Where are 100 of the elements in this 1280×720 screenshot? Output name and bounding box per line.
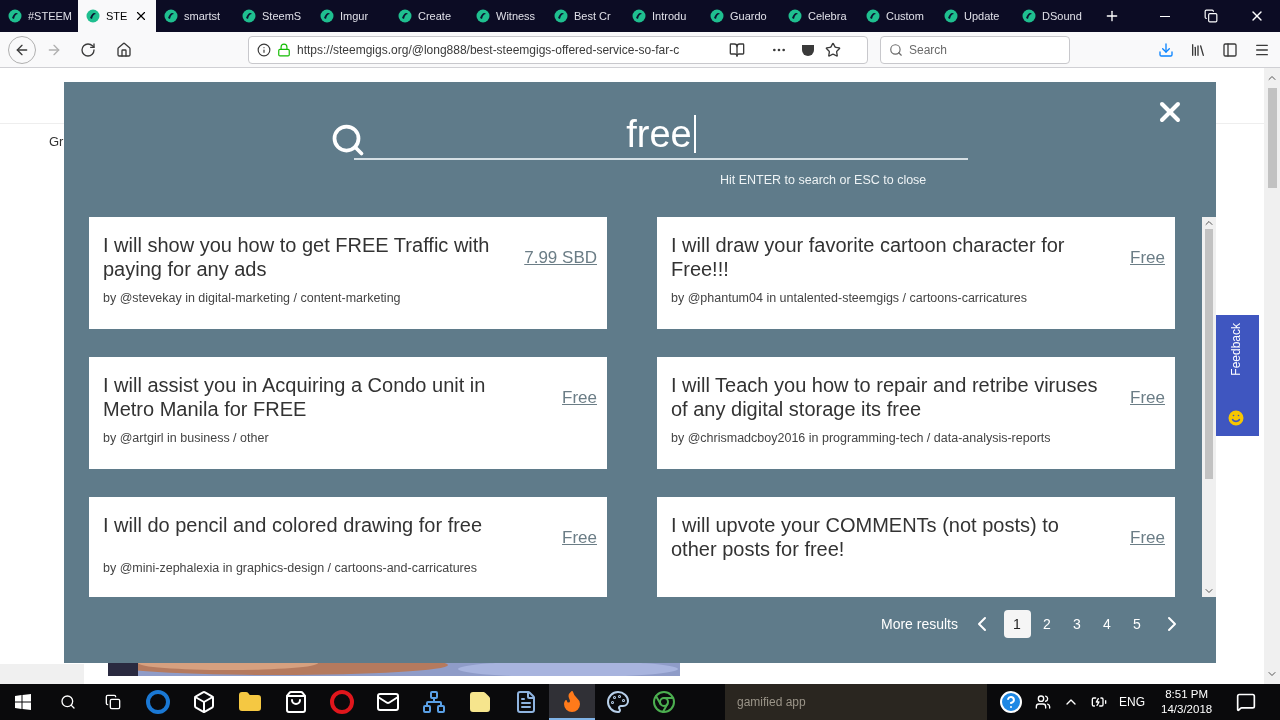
reload-icon[interactable] [80,41,96,58]
reader-view-icon[interactable] [729,41,745,58]
browser-tab[interactable]: DSound [1014,0,1092,32]
result-card[interactable]: I will draw your favorite cartoon character for Free!!! Free by @phantum04 in untalented-steemgigs / cartoons-carricatures [657,217,1175,329]
page-button[interactable]: 3 [1063,610,1091,638]
more-results-label: More results [880,614,958,634]
browser-tab[interactable]: Create [390,0,468,32]
address-bar[interactable]: https://steemgigs.org/@long888/best-steemgigs-offered-service-so-far-c [248,35,868,64]
price-link[interactable]: 7.99 SBD [524,245,597,271]
result-title: I will show you how to get FREE Traffic with paying for any ads [103,233,491,281]
tab-favicon-icon [320,9,334,23]
result-title: I will Teach you how to repair and retribe viruses of any digital storage its free [671,373,1099,421]
tab-favicon-icon [8,9,22,23]
tab-favicon-icon [554,9,568,23]
minimize-icon [1160,15,1170,17]
feedback-label: Feedback [1227,323,1244,376]
folder-icon [238,690,262,714]
result-card[interactable]: I will do pencil and colored drawing for free Free by @mini-zephalexia in graphics-design / cartoons-and-carricatures [89,497,607,597]
help-icon[interactable] [999,690,1023,714]
tab-favicon-icon [476,9,490,23]
home-icon[interactable] [116,41,132,58]
result-card[interactable]: I will Teach you how to repair and retribe viruses of any digital storage its free Free by @chrismadcboy2016 in programming-tech / data-analysis-reports [657,357,1175,469]
price-link[interactable]: Free [1130,525,1165,551]
browser-tab[interactable]: Celebra [780,0,858,32]
lock-icon [277,42,291,57]
close-tab-icon[interactable] [134,9,148,23]
result-card[interactable]: I will upvote your COMMENTs (not posts) to other posts for free! Free [657,497,1175,597]
price-link[interactable]: Free [1130,245,1165,271]
tab-favicon-icon [398,9,412,23]
price-link[interactable]: Free [1130,385,1165,411]
result-byline: by @chrismadcboy2016 in programming-tech / data-analysis-reports [671,430,1052,447]
result-byline: by @phantum04 in untalented-steemgigs / cartoons-carricatures [671,290,1028,307]
tab-favicon-icon [632,9,646,23]
search-icon [889,42,903,57]
browser-tab[interactable]: Guardo [702,0,780,32]
page-button[interactable]: 1 [1003,610,1031,638]
sidebar-icon[interactable] [1222,41,1238,58]
result-title: I will draw your favorite cartoon character for Free!!! [671,233,1066,281]
result-byline: by @artgirl in business / other [103,430,270,447]
taskbar-search-box[interactable]: gamified app [725,684,987,720]
browser-tab[interactable]: Custom [858,0,936,32]
search-input[interactable]: free [354,110,968,160]
palette-icon [606,690,630,714]
browser-tab[interactable]: Imgur [312,0,390,32]
pocket-icon[interactable] [801,42,815,57]
scrollbar-thumb[interactable] [1205,229,1213,479]
page-button[interactable]: 2 [1033,610,1061,638]
hint-text: Hit ENTER to search or ESC to close [720,172,927,189]
mail-icon [376,690,400,714]
result-byline: by @stevekay in digital-marketing / content-marketing [103,290,402,307]
notifications-icon[interactable] [1236,692,1257,712]
search-field[interactable]: Search [880,35,1070,64]
download-icon[interactable] [1158,41,1174,58]
search-icon[interactable] [59,694,76,710]
browser-tab[interactable]: smartst [156,0,234,32]
tab-favicon-icon [86,9,100,23]
tab-favicon-icon [788,9,802,23]
task-view-icon[interactable] [104,694,121,710]
price-link[interactable]: Free [562,385,597,411]
bookmark-star-icon[interactable] [825,41,841,58]
page-button[interactable]: 5 [1123,610,1151,638]
taskbar-app[interactable] [549,684,595,720]
nav-text: Gr [49,133,64,152]
plus-icon [1104,8,1120,24]
query-text: free [626,115,696,153]
page-button[interactable]: 4 [1093,610,1121,638]
tab-favicon-icon [1022,9,1036,23]
tab-favicon-icon [164,9,178,23]
battery-icon[interactable] [1091,694,1107,710]
browser-tab[interactable]: STE [78,0,156,32]
result-title: I will upvote your COMMENTs (not posts) to other posts for free! [671,513,1060,561]
tab-favicon-icon [710,9,724,23]
browser-tab[interactable]: Witness [468,0,546,32]
price-link[interactable]: Free [562,525,597,551]
people-icon[interactable] [1035,694,1051,710]
tab-favicon-icon [866,9,880,23]
tab-favicon-icon [944,9,958,23]
result-card[interactable]: I will assist you in Acquiring a Condo unit in Metro Manila for FREE Free by @artgirl in business / other [89,357,607,469]
sticky-note-icon [468,690,492,714]
language-indicator[interactable]: ENG [1119,693,1145,711]
browser-tab[interactable]: Update [936,0,1014,32]
chrome-icon [652,690,676,714]
browser-tab[interactable]: Best Cr [546,0,624,32]
store-icon [284,690,308,714]
browser-tab[interactable]: #STEEM [0,0,78,32]
result-title: I will do pencil and colored drawing for free [103,513,484,537]
smiley-icon [1225,408,1246,428]
document-icon [514,690,538,714]
scrollbar-thumb[interactable] [1267,88,1277,188]
browser-tab[interactable]: Introdu [624,0,702,32]
windows-start-icon[interactable] [14,694,31,710]
info-icon[interactable] [257,42,271,57]
library-icon[interactable] [1190,41,1206,58]
result-byline: by @mini-zephalexia in graphics-design / cartoons-and-carricatures [103,559,478,577]
restore-icon [1204,9,1218,23]
search-icon [330,122,366,158]
clock[interactable]: 8:51 PM 14/3/2018 [1157,687,1217,717]
tab-favicon-icon [242,9,256,23]
result-card[interactable]: I will show you how to get FREE Traffic with paying for any ads 7.99 SBD by @stevekay in digital-marketing / content-marketing [89,217,607,329]
browser-tab[interactable]: SteemS [234,0,312,32]
